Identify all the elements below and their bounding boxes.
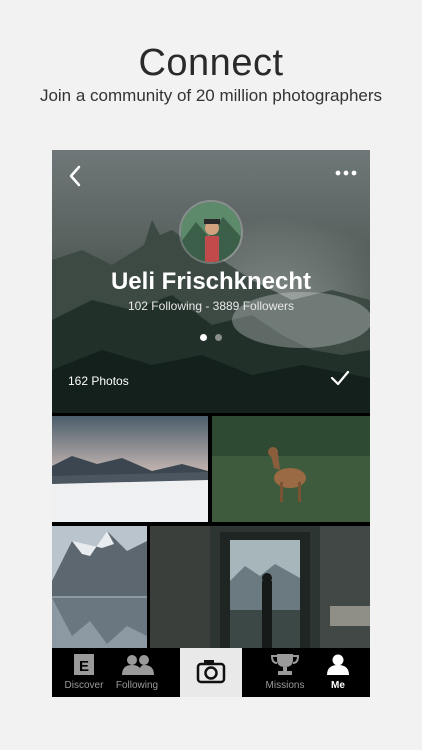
discover-icon: E — [74, 654, 94, 675]
photo-count: 162 Photos — [68, 374, 129, 388]
checkmark-icon — [330, 370, 350, 386]
profile-name: Ueli Frischknecht — [110, 268, 312, 295]
tab-following[interactable]: Following — [109, 648, 165, 697]
following-icon — [122, 655, 154, 675]
profile-header: Ueli Frischknecht 102 Following - 3889 F… — [52, 150, 370, 413]
camera-upload-button[interactable] — [180, 648, 242, 697]
more-dots-icon — [335, 170, 357, 176]
page-dot-active[interactable] — [199, 334, 207, 341]
tab-following-label: Following — [115, 680, 159, 691]
page-dot-inactive[interactable] — [215, 334, 223, 341]
photo-thumbnail-deer[interactable] — [212, 416, 370, 522]
trophy-icon — [270, 654, 300, 675]
back-button[interactable] — [66, 164, 86, 188]
tab-discover-label: Discover — [64, 680, 104, 691]
avatar[interactable] — [179, 200, 243, 264]
tab-discover[interactable]: E Discover — [56, 648, 112, 697]
chevron-left-icon — [69, 165, 81, 187]
tab-bar: E Discover Following Missions Me — [52, 648, 370, 697]
tab-missions-label: Missions — [265, 680, 305, 691]
phone-screen: Ueli Frischknecht 102 Following - 3889 F… — [52, 150, 370, 697]
deer-image — [212, 416, 370, 522]
tab-me-label: Me — [331, 680, 345, 691]
promo-subtitle: Join a community of 20 million photograp… — [39, 86, 383, 105]
tab-missions[interactable]: Missions — [257, 648, 313, 697]
tab-me[interactable]: Me — [310, 648, 366, 697]
photo-thumbnail-snowy-landscape[interactable] — [52, 416, 208, 522]
page-indicator — [52, 328, 370, 346]
camera-icon — [196, 660, 226, 684]
mountain-lake-image — [52, 526, 147, 648]
snowy-landscape-image — [52, 416, 208, 522]
promo-title: Connect — [138, 42, 284, 84]
svg-text:E: E — [79, 658, 89, 675]
more-options-button[interactable] — [334, 166, 358, 180]
follow-status-button[interactable] — [330, 370, 350, 386]
photo-thumbnail-person-at-window[interactable] — [150, 526, 370, 648]
photo-thumbnail-mountain-lake[interactable] — [52, 526, 147, 648]
person-at-window-image — [150, 526, 370, 648]
person-icon — [327, 654, 349, 675]
avatar-image — [181, 202, 241, 262]
profile-stats[interactable]: 102 Following - 3889 Followers — [52, 299, 370, 313]
